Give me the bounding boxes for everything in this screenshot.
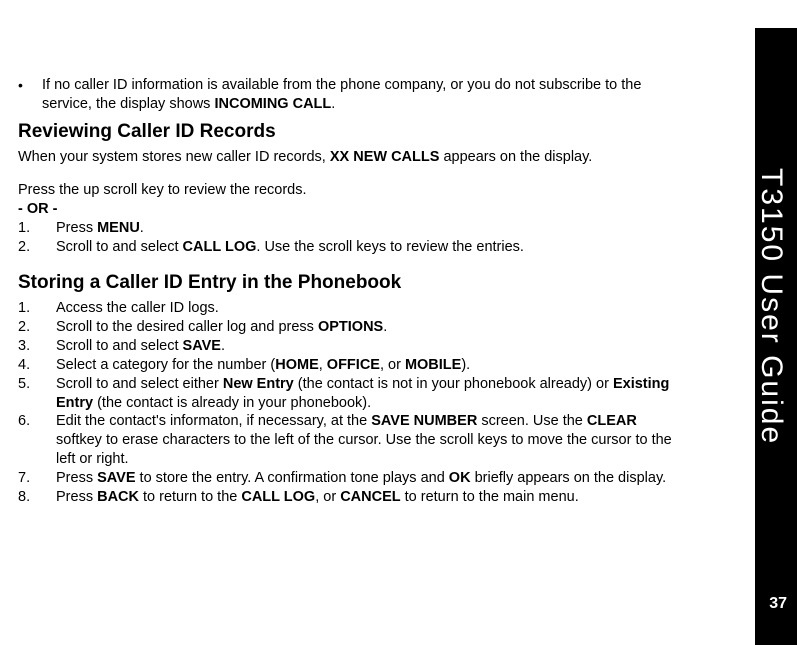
- bold-text: MENU: [97, 220, 140, 236]
- text: If no caller ID information is available…: [42, 77, 641, 112]
- bullet-text: If no caller ID information is available…: [42, 76, 680, 114]
- ordered-list: 1. Press MENU. 2. Scroll to and select C…: [18, 219, 680, 257]
- list-item: 4. Select a category for the number (HOM…: [18, 356, 680, 375]
- list-body: Access the caller ID logs.: [56, 299, 680, 318]
- list-number: 4.: [18, 356, 56, 375]
- list-number: 3.: [18, 337, 56, 356]
- text: ,: [319, 357, 327, 373]
- text: Select a category for the number (: [56, 357, 275, 373]
- text: , or: [315, 489, 340, 505]
- page-number: 37: [769, 594, 787, 615]
- list-body: Scroll to and select either New Entry (t…: [56, 375, 680, 413]
- list-number: 2.: [18, 318, 56, 337]
- list-body: Press MENU.: [56, 219, 680, 238]
- bold-text: INCOMING CALL: [214, 96, 331, 112]
- list-number: 7.: [18, 469, 56, 488]
- bold-text: XX NEW CALLS: [330, 149, 440, 165]
- text: Scroll to and select: [56, 239, 183, 255]
- text: screen. Use the: [477, 413, 587, 429]
- list-number: 5.: [18, 375, 56, 413]
- bold-text: CALL LOG: [183, 239, 257, 255]
- text: When your system stores new caller ID re…: [18, 149, 330, 165]
- bold-text: OPTIONS: [318, 319, 383, 335]
- list-number: 8.: [18, 488, 56, 507]
- bold-text: BACK: [97, 489, 139, 505]
- text: Press: [56, 489, 97, 505]
- text: .: [383, 319, 387, 335]
- list-body: Scroll to and select CALL LOG. Use the s…: [56, 238, 680, 257]
- list-item: 2. Scroll to and select CALL LOG. Use th…: [18, 238, 680, 257]
- list-item: 8. Press BACK to return to the CALL LOG,…: [18, 488, 680, 507]
- ordered-list: 1. Access the caller ID logs. 2. Scroll …: [18, 299, 680, 506]
- list-item: 1. Access the caller ID logs.: [18, 299, 680, 318]
- sidebar-band: T3150 User Guide 37: [755, 28, 797, 645]
- page-content: • If no caller ID information is availab…: [0, 0, 740, 507]
- text: to return to the: [139, 489, 241, 505]
- list-number: 6.: [18, 412, 56, 469]
- list-body: Select a category for the number (HOME , …: [56, 356, 680, 375]
- text: ).: [461, 357, 470, 373]
- bullet-marker: •: [18, 76, 42, 114]
- list-number: 1.: [18, 219, 56, 238]
- list-item: 2. Scroll to the desired caller log and …: [18, 318, 680, 337]
- list-body: Scroll to and select SAVE.: [56, 337, 680, 356]
- text: softkey to erase characters to the left …: [56, 432, 672, 467]
- bold-text: SAVE: [183, 338, 221, 354]
- text: Scroll to the desired caller log and pre…: [56, 319, 318, 335]
- list-item: 5. Scroll to and select either New Entry…: [18, 375, 680, 413]
- bold-text: New Entry: [223, 376, 294, 392]
- instruction-text: Press the up scroll key to review the re…: [18, 181, 680, 200]
- list-item: 6. Edit the contact's informaton, if nec…: [18, 412, 680, 469]
- list-item: 3. Scroll to and select SAVE.: [18, 337, 680, 356]
- list-number: 2.: [18, 238, 56, 257]
- text: Edit the contact's informaton, if necess…: [56, 413, 371, 429]
- list-number: 1.: [18, 299, 56, 318]
- bullet-item: • If no caller ID information is availab…: [18, 76, 680, 114]
- text: to store the entry. A confirmation tone …: [136, 470, 449, 486]
- bold-text: CANCEL: [340, 489, 400, 505]
- text: (the contact is already in your phoneboo…: [93, 395, 371, 411]
- section-heading: Storing a Caller ID Entry in the Phonebo…: [18, 271, 680, 296]
- bold-text: CLEAR: [587, 413, 637, 429]
- bold-text: OK: [449, 470, 471, 486]
- list-body: Scroll to the desired caller log and pre…: [56, 318, 680, 337]
- bold-text: CALL LOG: [241, 489, 315, 505]
- text: briefly appears on the display.: [471, 470, 667, 486]
- bold-text: OFFICE: [327, 357, 380, 373]
- text: Scroll to and select: [56, 338, 183, 354]
- text: .: [221, 338, 225, 354]
- text: , or: [380, 357, 405, 373]
- text: Scroll to and select either: [56, 376, 223, 392]
- or-separator: - OR -: [18, 200, 680, 219]
- bold-text: HOME: [275, 357, 319, 373]
- text: . Use the scroll keys to review the entr…: [256, 239, 524, 255]
- bold-text: SAVE: [97, 470, 135, 486]
- bold-text: SAVE NUMBER: [371, 413, 477, 429]
- bold-text: MOBILE: [405, 357, 461, 373]
- text: appears on the display.: [439, 149, 592, 165]
- sidebar-title: T3150 User Guide: [752, 168, 791, 445]
- intro-text: When your system stores new caller ID re…: [18, 148, 680, 167]
- list-body: Press BACK to return to the CALL LOG, or…: [56, 488, 680, 507]
- list-body: Press SAVE to store the entry. A confirm…: [56, 469, 680, 488]
- text: Press: [56, 470, 97, 486]
- list-body: Edit the contact's informaton, if necess…: [56, 412, 680, 469]
- text: .: [331, 96, 335, 112]
- list-item: 1. Press MENU.: [18, 219, 680, 238]
- text: (the contact is not in your phonebook al…: [294, 376, 613, 392]
- text: Press: [56, 220, 97, 236]
- text: .: [140, 220, 144, 236]
- list-item: 7. Press SAVE to store the entry. A conf…: [18, 469, 680, 488]
- section-heading: Reviewing Caller ID Records: [18, 120, 680, 145]
- text: to return to the main menu.: [401, 489, 579, 505]
